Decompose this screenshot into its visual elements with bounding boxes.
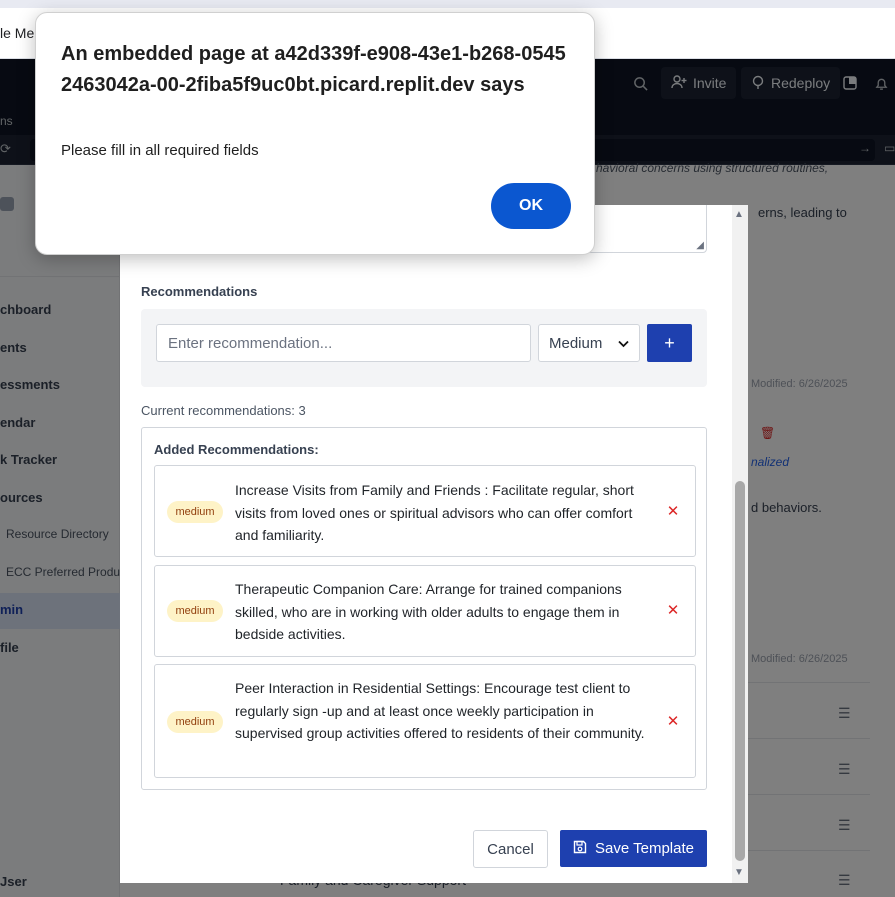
priority-badge: medium [167,711,223,733]
save-template-button[interactable]: Save Template [560,830,707,867]
recommendation-card: medium Peer Interaction in Residential S… [154,664,696,778]
resize-handle-icon[interactable]: ◢ [696,240,704,251]
scroll-down-icon[interactable]: ▼ [734,867,744,878]
added-recommendations-box: Added Recommendations: medium Increase V… [141,427,707,790]
ok-label: OK [519,197,543,214]
recommendation-card: medium Increase Visits from Family and F… [154,465,696,557]
modal-scrollbar[interactable]: ▲ ▼ [732,205,748,883]
remove-recommendation-button[interactable]: ✕ [666,711,680,731]
cancel-label: Cancel [487,840,534,858]
recommendation-entry-panel: Enter recommendation... Medium + [141,309,707,387]
remove-recommendation-button[interactable]: ✕ [666,600,680,620]
browser-top-strip [0,0,895,8]
cancel-button[interactable]: Cancel [473,830,548,868]
save-icon [573,840,587,858]
browser-tab-title[interactable]: le Me [0,25,34,41]
recommendation-input[interactable]: Enter recommendation... [156,324,531,362]
add-recommendation-button[interactable]: + [647,324,692,362]
recommendation-card: medium Therapeutic Companion Care: Arran… [154,565,696,657]
alert-message: Please fill in all required fields [61,142,259,159]
scrollbar-thumb[interactable] [735,481,745,861]
chevron-down-icon [618,335,629,352]
recommendation-placeholder: Enter recommendation... [168,334,333,352]
plus-icon: + [664,332,675,353]
recommendation-text: Peer Interaction in Residential Settings… [235,680,645,741]
ok-button[interactable]: OK [491,183,571,229]
scroll-up-icon[interactable]: ▲ [734,209,744,220]
priority-select[interactable]: Medium [538,324,640,362]
recommendation-text: Therapeutic Companion Care: Arrange for … [235,581,622,642]
alert-dialog: An embedded page at a42d339f-e908-43e1-b… [35,12,595,255]
priority-badge: medium [167,501,223,523]
recommendations-label: Recommendations [141,284,258,299]
recommendation-text: Increase Visits from Family and Friends … [235,482,634,543]
added-recommendations-title: Added Recommendations: [154,442,319,457]
remove-recommendation-button[interactable]: ✕ [666,501,680,521]
save-template-label: Save Template [595,840,694,857]
recommendation-count: Current recommendations: 3 [141,403,306,418]
priority-value: Medium [549,334,603,352]
template-modal: ◢ Recommendations Enter recommendation..… [120,205,748,883]
alert-title: An embedded page at a42d339f-e908-43e1-b… [61,43,566,96]
priority-badge: medium [167,600,223,622]
